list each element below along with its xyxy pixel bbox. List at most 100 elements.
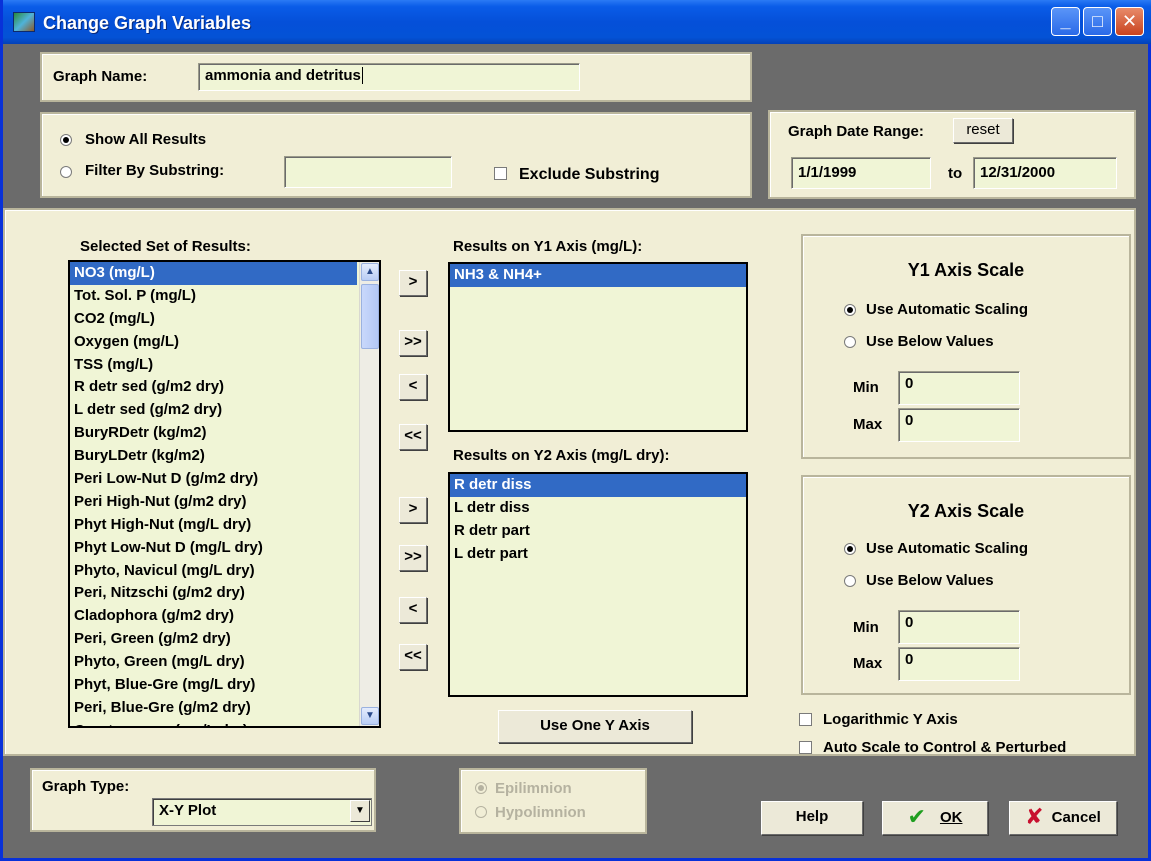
log-y-axis-checkbox[interactable] [799, 713, 812, 726]
add-to-y2-button[interactable]: > [399, 497, 427, 523]
add-all-to-y1-button[interactable]: >> [399, 330, 427, 356]
selected-set-list-item[interactable]: CO2 (mg/L) [70, 308, 357, 331]
selected-set-list-item[interactable]: Tot. Sol. P (mg/L) [70, 285, 357, 308]
date-range-label: Graph Date Range: [788, 123, 924, 140]
date-start-input[interactable]: 1/1/1999 [791, 157, 931, 189]
y2-results-list[interactable]: R detr diss L detr diss R detr part L detr … [448, 472, 748, 697]
auto-scale-label[interactable]: Auto Scale to Control & Perturbed [823, 739, 1066, 756]
filter-substring-label[interactable]: Filter By Substring: [85, 162, 224, 179]
y2-min-input[interactable]: 0 [898, 610, 1020, 644]
y1-min-label: Min [853, 379, 879, 396]
selected-set-list[interactable]: NO3 (mg/L) Tot. Sol. P (mg/L) CO2 (mg/L) Ox… [68, 260, 381, 728]
y1-results-list[interactable]: NH3 & NH4+ [448, 262, 748, 432]
scroll-down-icon[interactable]: ▼ [361, 707, 379, 725]
selected-set-list-item[interactable]: Phyt High-Nut (mg/L dry) [70, 514, 357, 537]
selected-set-list-item[interactable]: NO3 (mg/L) [70, 262, 357, 285]
y2-min-label: Min [853, 619, 879, 636]
epilimnion-radio [475, 782, 487, 794]
y1-min-input[interactable]: 0 [898, 371, 1020, 405]
add-all-to-y2-button[interactable]: >> [399, 545, 427, 571]
y1-auto-label[interactable]: Use Automatic Scaling [866, 301, 1028, 318]
y2-list-item[interactable]: L detr diss [450, 497, 746, 520]
filter-substring-radio[interactable] [60, 166, 72, 178]
y1-max-label: Max [853, 416, 883, 433]
app-icon [13, 12, 35, 32]
y2-auto-radio[interactable] [844, 543, 856, 555]
selected-set-list-item[interactable]: Phyto, Green (mg/L dry) [70, 651, 357, 674]
hypolimnion-radio [475, 806, 487, 818]
selected-set-list-item[interactable]: Phyto, Navicul (mg/L dry) [70, 560, 357, 583]
selected-set-list-item[interactable]: Phyt Low-Nut D (mg/L dry) [70, 537, 357, 560]
graph-type-select[interactable]: X-Y Plot ▼ [152, 798, 372, 826]
y2-auto-label[interactable]: Use Automatic Scaling [866, 540, 1028, 557]
graph-type-label: Graph Type: [42, 778, 130, 795]
y1-max-input[interactable]: 0 [898, 408, 1020, 442]
add-to-y1-button[interactable]: > [399, 270, 427, 296]
graph-type-value: X-Y Plot [159, 802, 217, 819]
show-all-radio[interactable] [60, 134, 72, 146]
scroll-up-icon[interactable]: ▲ [361, 263, 379, 281]
selected-set-list-item[interactable]: BuryLDetr (kg/m2) [70, 445, 357, 468]
ok-button[interactable]: ✔ OK [882, 801, 988, 835]
selected-set-list-item[interactable]: Peri, Nitzschi (g/m2 dry) [70, 582, 357, 605]
maximize-button[interactable]: □ [1083, 7, 1112, 36]
selected-set-list-item[interactable]: Cryptomonas (mg/L dry) [70, 720, 357, 726]
graph-name-label: Graph Name: [53, 68, 148, 85]
selected-set-list-item[interactable]: Peri High-Nut (g/m2 dry) [70, 491, 357, 514]
selected-set-list-item[interactable]: TSS (mg/L) [70, 354, 357, 377]
remove-all-from-y2-button[interactable]: << [399, 644, 427, 670]
scroll-thumb[interactable] [361, 284, 379, 349]
selected-set-list-item[interactable]: Peri, Blue-Gre (g/m2 dry) [70, 697, 357, 720]
y1-below-radio[interactable] [844, 336, 856, 348]
y1-scale-title: Y1 Axis Scale [907, 260, 1025, 280]
exclude-substring-label[interactable]: Exclude Substring [519, 166, 659, 184]
y2-max-input[interactable]: 0 [898, 647, 1020, 681]
selected-set-list-item[interactable]: BuryRDetr (kg/m2) [70, 422, 357, 445]
remove-all-from-y1-button[interactable]: << [399, 424, 427, 450]
graph-name-input[interactable]: ammonia and detritus [198, 63, 580, 91]
graph-name-panel: Graph Name: ammonia and detritus [40, 52, 752, 102]
y2-scale-title: Y2 Axis Scale [907, 501, 1025, 521]
remove-from-y2-button[interactable]: < [399, 597, 427, 623]
selected-set-list-item[interactable]: Phyt, Blue-Gre (mg/L dry) [70, 674, 357, 697]
close-button[interactable]: ✕ [1115, 7, 1144, 36]
y1-below-label[interactable]: Use Below Values [866, 333, 994, 350]
y2-list-item[interactable]: L detr part [450, 543, 746, 566]
y2-results-label: Results on Y2 Axis (mg/L dry): [453, 447, 670, 464]
chevron-down-icon[interactable]: ▼ [350, 800, 370, 822]
cancel-button[interactable]: ✘ Cancel [1009, 801, 1117, 835]
filter-panel: Show All Results Filter By Substring: Ex… [40, 112, 752, 198]
title-bar[interactable]: Change Graph Variables _ □ ✕ [3, 0, 1151, 44]
selected-set-scrollbar[interactable]: ▲ ▼ [359, 262, 379, 726]
minimize-button[interactable]: _ [1051, 7, 1080, 36]
use-one-y-axis-button[interactable]: Use One Y Axis [498, 710, 692, 743]
date-end-input[interactable]: 12/31/2000 [973, 157, 1117, 189]
window-title: Change Graph Variables [43, 13, 252, 33]
y2-list-item[interactable]: R detr diss [450, 474, 746, 497]
selected-set-list-item[interactable]: Peri, Green (g/m2 dry) [70, 628, 357, 651]
epilimnion-label: Epilimnion [495, 780, 572, 797]
help-button[interactable]: Help [761, 801, 863, 835]
selected-set-list-item[interactable]: L detr sed (g/m2 dry) [70, 399, 357, 422]
hypolimnion-label: Hypolimnion [495, 804, 586, 821]
selected-set-list-item[interactable]: Cladophora (g/m2 dry) [70, 605, 357, 628]
exclude-substring-checkbox[interactable] [494, 167, 507, 180]
selected-set-list-item[interactable]: Peri Low-Nut D (g/m2 dry) [70, 468, 357, 491]
selected-set-label: Selected Set of Results: [80, 238, 251, 255]
selected-set-list-item[interactable]: R detr sed (g/m2 dry) [70, 376, 357, 399]
y2-below-label[interactable]: Use Below Values [866, 572, 994, 589]
selected-set-list-item[interactable]: Oxygen (mg/L) [70, 331, 357, 354]
y1-scale-group: Y1 Axis Scale Use Automatic Scaling Use … [801, 234, 1131, 459]
y1-results-label: Results on Y1 Axis (mg/L): [453, 238, 643, 255]
auto-scale-checkbox[interactable] [799, 741, 812, 754]
y1-list-item[interactable]: NH3 & NH4+ [450, 264, 746, 287]
date-reset-button[interactable]: reset [953, 118, 1013, 143]
log-y-axis-label[interactable]: Logarithmic Y Axis [823, 711, 958, 728]
y2-list-item[interactable]: R detr part [450, 520, 746, 543]
y2-below-radio[interactable] [844, 575, 856, 587]
filter-substring-input[interactable] [284, 156, 452, 188]
remove-from-y1-button[interactable]: < [399, 374, 427, 400]
y2-scale-group: Y2 Axis Scale Use Automatic Scaling Use … [801, 475, 1131, 695]
show-all-label[interactable]: Show All Results [85, 131, 206, 148]
y1-auto-radio[interactable] [844, 304, 856, 316]
